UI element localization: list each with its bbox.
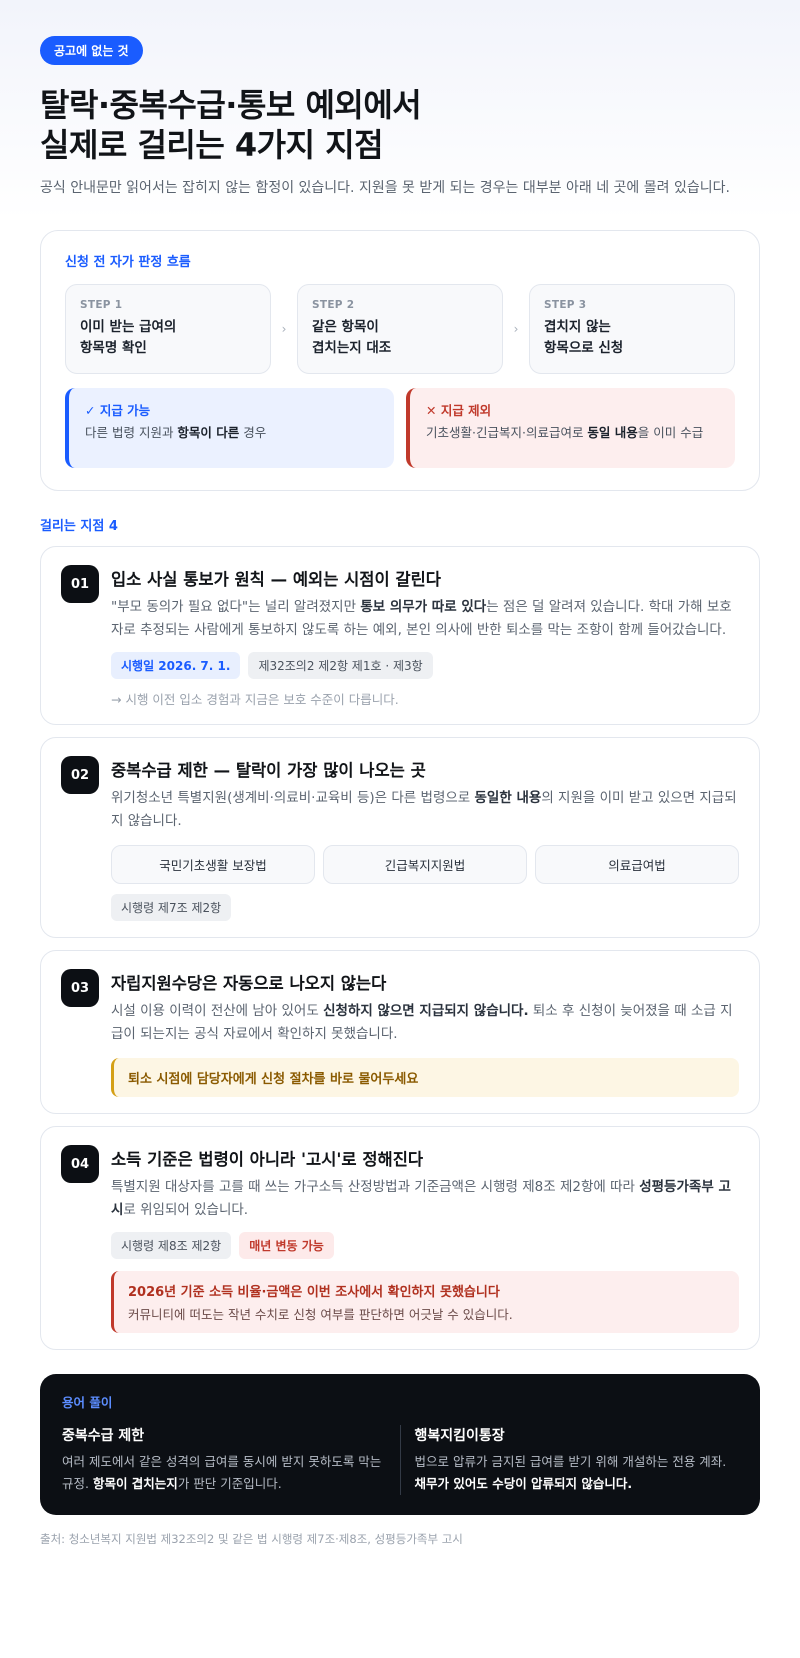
- result-excluded: ✕ 지급 제외 기초생활·긴급복지·의료급여로 동일 내용을 이미 수급: [406, 388, 735, 468]
- warning-title: 2026년 기준 소득 비율·금액은 이번 조사에서 확인하지 못했습니다: [128, 1285, 500, 1300]
- step-1: STEP 1 이미 받는 급여의 항목명 확인: [65, 284, 271, 374]
- glossary-item: 중복수급 제한 여러 제도에서 같은 성격의 급여를 동시에 받지 못하도록 막…: [62, 1425, 386, 1495]
- point-note: → 시행 이전 입소 경험과 지금은 보호 수준이 다릅니다.: [111, 692, 399, 707]
- header-pill: 공고에 없는 것: [40, 36, 143, 65]
- law-item: 긴급복지지원법: [323, 845, 527, 884]
- point-card-2: 02 중복수급 제한 — 탈락이 가장 많이 나오는 곳 위기청소년 특별지원(…: [40, 737, 760, 938]
- step-2: STEP 2 같은 항목이 겹치는지 대조: [297, 284, 503, 374]
- flow-results: ✓ 지급 가능 다른 법령 지원과 항목이 다른 경우 ✕ 지급 제외 기초생활…: [65, 388, 735, 468]
- step-number: STEP 2: [312, 299, 355, 311]
- result-excluded-title: ✕ 지급 제외: [426, 403, 492, 418]
- point-title: 자립지원수당은 자동으로 나오지 않는다: [111, 974, 387, 993]
- result-eligible-title: ✓ 지급 가능: [85, 403, 151, 418]
- glossary-term: 행복지킴이통장: [414, 1428, 505, 1444]
- variable-tag: 매년 변동 가능: [239, 1232, 334, 1259]
- source-note: 출처: 청소년복지 지원법 제32조의2 및 같은 법 시행령 제7조·제8조,…: [40, 1532, 463, 1546]
- point-number-badge: 01: [61, 565, 99, 603]
- article-tag: 시행령 제8조 제2항: [111, 1232, 232, 1259]
- point-title: 중복수급 제한 — 탈락이 가장 많이 나오는 곳: [111, 761, 426, 780]
- chevron-right-icon: ›: [513, 322, 519, 336]
- law-item: 국민기초생활 보장법: [111, 845, 315, 884]
- self-check-flow: 신청 전 자가 판정 흐름 STEP 1 이미 받는 급여의 항목명 확인 › S…: [40, 230, 760, 491]
- point-desc: 특별지원 대상자를 고를 때 쓰는 가구소득 산정방법과 기준금액은 시행령 제…: [111, 1179, 731, 1218]
- result-eligible-desc: 다른 법령 지원과 항목이 다른 경우: [85, 425, 267, 440]
- step-number: STEP 3: [544, 299, 587, 311]
- point-card-1: 01 입소 사실 통보가 원칙 — 예외는 시점이 갈린다 "부모 동의가 필요…: [40, 546, 760, 725]
- step-text: 겹치지 않는 항목으로 신청: [544, 319, 624, 356]
- title-line-1: 탈락·중복수급·통보 예외에서: [40, 86, 422, 124]
- point-title: 입소 사실 통보가 원칙 — 예외는 시점이 갈린다: [111, 570, 441, 589]
- step-number: STEP 1: [80, 299, 123, 311]
- point-desc: 시설 이용 이력이 전산에 남아 있어도 신청하지 않으면 지급되지 않습니다.…: [111, 1003, 733, 1042]
- page: 공고에 없는 것 탈락·중복수급·통보 예외에서 실제로 걸리는 4가지 지점 …: [0, 0, 800, 1587]
- page-title: 탈락·중복수급·통보 예외에서 실제로 걸리는 4가지 지점: [40, 85, 760, 165]
- article-tag: 시행령 제7조 제2항: [111, 894, 232, 921]
- glossary-definition: 여러 제도에서 같은 성격의 급여를 동시에 받지 못하도록 막는 규정. 항목…: [62, 1454, 382, 1491]
- point-card-4: 04 소득 기준은 법령이 아니라 '고시'로 정해진다 특별지원 대상자를 고…: [40, 1126, 760, 1350]
- point-desc: "부모 동의가 필요 없다"는 널리 알려졌지만 통보 의무가 따로 있다는 점…: [111, 599, 732, 638]
- tip-callout: 퇴소 시점에 담당자에게 신청 절차를 바로 물어두세요: [111, 1058, 739, 1097]
- law-list: 국민기초생활 보장법 긴급복지지원법 의료급여법: [111, 845, 739, 884]
- glossary-definition: 법으로 압류가 금지된 급여를 받기 위해 개설하는 전용 계좌. 채무가 있어…: [414, 1454, 727, 1491]
- step-3: STEP 3 겹치지 않는 항목으로 신청: [529, 284, 735, 374]
- law-item: 의료급여법: [535, 845, 739, 884]
- result-eligible: ✓ 지급 가능 다른 법령 지원과 항목이 다른 경우: [65, 388, 394, 468]
- point-number-badge: 03: [61, 969, 99, 1007]
- points-label: 걸리는 지점 4: [40, 519, 118, 534]
- point-card-3: 03 자립지원수당은 자동으로 나오지 않는다 시설 이용 이력이 전산에 남아…: [40, 950, 760, 1114]
- glossary-item: 행복지킴이통장 법으로 압류가 금지된 급여를 받기 위해 개설하는 전용 계좌…: [399, 1425, 739, 1495]
- effective-date-tag: 시행일 2026. 7. 1.: [111, 652, 241, 679]
- flow-label: 신청 전 자가 판정 흐름: [65, 255, 191, 270]
- glossary-label: 용어 풀이: [62, 1395, 113, 1410]
- step-text: 같은 항목이 겹치는지 대조: [312, 319, 392, 356]
- article-tag: 제32조의2 제2항 제1호 · 제3항: [248, 652, 433, 679]
- point-title: 소득 기준은 법령이 아니라 '고시'로 정해진다: [111, 1150, 424, 1169]
- step-text: 이미 받는 급여의 항목명 확인: [80, 319, 177, 356]
- point-desc: 위기청소년 특별지원(생계비·의료비·교육비 등)은 다른 법령으로 동일한 내…: [111, 790, 737, 829]
- result-excluded-desc: 기초생활·긴급복지·의료급여로 동일 내용을 이미 수급: [426, 425, 704, 440]
- glossary-term: 중복수급 제한: [62, 1428, 145, 1444]
- flow-steps: STEP 1 이미 받는 급여의 항목명 확인 › STEP 2 같은 항목이 겹치…: [65, 284, 735, 374]
- title-line-2: 실제로 걸리는 4가지 지점: [40, 126, 384, 164]
- glossary: 용어 풀이 중복수급 제한 여러 제도에서 같은 성격의 급여를 동시에 받지 …: [40, 1374, 760, 1515]
- chevron-right-icon: ›: [281, 322, 287, 336]
- point-number-badge: 02: [61, 756, 99, 794]
- intro-text: 공식 안내문만 읽어서는 잡히지 않는 함정이 있습니다. 지원을 못 받게 되…: [40, 180, 730, 196]
- warning-text: 커뮤니티에 떠도는 작년 수치로 신청 여부를 판단하면 어긋날 수 있습니다.: [128, 1307, 513, 1322]
- warning-callout: 2026년 기준 소득 비율·금액은 이번 조사에서 확인하지 못했습니다 커뮤…: [111, 1271, 739, 1333]
- point-number-badge: 04: [61, 1145, 99, 1183]
